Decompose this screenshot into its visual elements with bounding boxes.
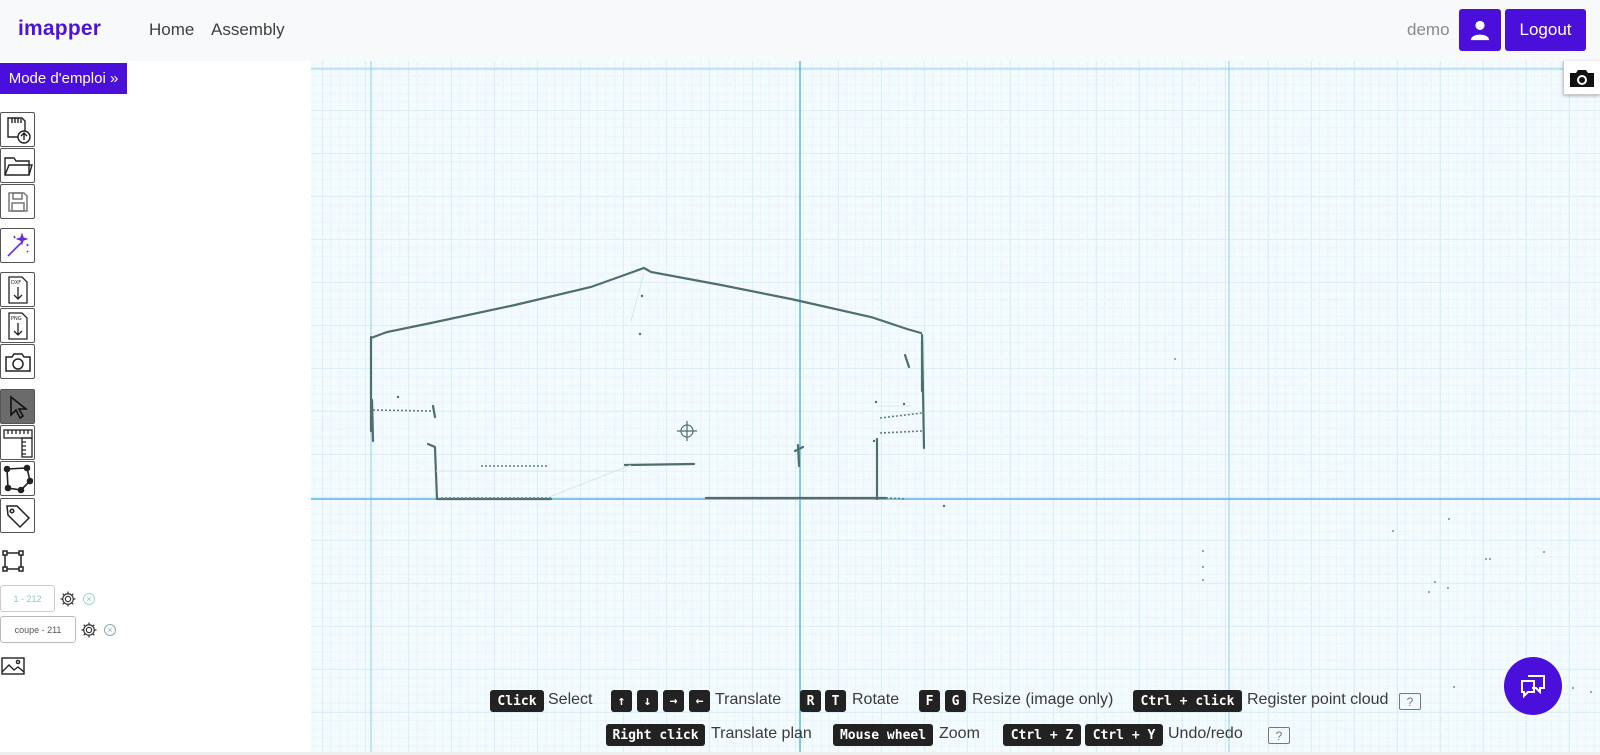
- help-button[interactable]: ?: [1268, 727, 1290, 744]
- kbd-arrow-left: ←: [689, 690, 710, 712]
- user-guide-button[interactable]: Mode d'emploi »: [0, 63, 127, 94]
- tag-tool-button[interactable]: [0, 498, 35, 533]
- kbd-mouse-wheel: Mouse wheel: [833, 724, 933, 746]
- select-tool-button[interactable]: [0, 389, 35, 424]
- measure-tool-button[interactable]: [0, 425, 35, 460]
- tag-icon: [5, 504, 30, 528]
- nav-link-home[interactable]: Home: [149, 20, 194, 40]
- bounding-box-icon: [2, 550, 24, 572]
- camera-icon: [1570, 69, 1594, 87]
- plan-drawing: [311, 61, 1600, 755]
- export-dxf-button[interactable]: DXF: [0, 272, 35, 307]
- open-folder-icon: [3, 156, 33, 176]
- shortcut-undo-label: Undo/redo: [1168, 725, 1243, 742]
- crosshair-icon: [677, 421, 697, 441]
- measure-ruler-icon: [2, 428, 33, 458]
- layer-name-field[interactable]: 1 - 212: [0, 585, 55, 612]
- kbd-t: T: [825, 690, 846, 712]
- svg-text:PNG: PNG: [11, 316, 22, 322]
- chat-icon: [1521, 675, 1545, 699]
- select-cursor-icon: [9, 394, 28, 419]
- gear-icon: [81, 622, 97, 638]
- shortcut-translate-label: Translate: [715, 691, 782, 708]
- save-button[interactable]: [0, 184, 35, 219]
- plan-canvas[interactable]: [311, 61, 1600, 755]
- image-icon: [1, 657, 25, 675]
- kbd-ctrl-z: Ctrl + Z: [1003, 724, 1081, 746]
- export-png-button[interactable]: PNG: [0, 308, 35, 343]
- svg-text:DXF: DXF: [11, 280, 21, 286]
- layer-settings-button[interactable]: [59, 590, 77, 608]
- screenshot-button[interactable]: [0, 344, 35, 379]
- shortcut-register-label: Register point cloud: [1247, 691, 1389, 708]
- user-icon: [1470, 20, 1490, 41]
- layer-remove-button[interactable]: ×: [104, 624, 116, 636]
- help-button[interactable]: ?: [1399, 693, 1421, 710]
- camera-icon: [4, 352, 31, 372]
- polygon-tool-button[interactable]: [0, 461, 35, 496]
- kbd-click: Click: [490, 690, 544, 712]
- close-icon: ×: [86, 593, 92, 604]
- kbd-arrow-up: ↑: [611, 690, 632, 712]
- point-cloud-plan: [369, 266, 926, 501]
- kbd-f: F: [919, 690, 940, 712]
- shortcut-zoom-label: Zoom: [939, 725, 980, 742]
- canvas-screenshot-button[interactable]: [1563, 61, 1600, 95]
- auto-process-button[interactable]: [0, 228, 35, 263]
- layer-name-field[interactable]: coupe - 211: [0, 616, 76, 643]
- close-icon: ×: [107, 624, 113, 635]
- chat-support-button[interactable]: [1504, 657, 1562, 715]
- add-image-button[interactable]: [1, 656, 25, 676]
- shortcut-translate-plan-label: Translate plan: [711, 725, 812, 742]
- import-sd-card-icon: [6, 116, 31, 144]
- user-profile-button[interactable]: [1459, 9, 1501, 51]
- export-dxf-icon: DXF: [7, 275, 28, 304]
- shortcut-resize-label: Resize (image only): [972, 691, 1114, 708]
- gear-icon: [60, 591, 76, 607]
- layer-remove-button[interactable]: ×: [83, 593, 95, 605]
- kbd-right-click: Right click: [606, 724, 705, 746]
- logout-button[interactable]: Logout: [1505, 9, 1586, 51]
- navbar: imapper Home Assembly demo Logout: [0, 0, 1600, 61]
- kbd-ctrl-y: Ctrl + Y: [1085, 724, 1163, 746]
- polygon-icon: [3, 464, 33, 493]
- brand-logo[interactable]: imapper: [18, 17, 101, 41]
- open-button[interactable]: [0, 148, 35, 183]
- kbd-g: G: [945, 690, 966, 712]
- magic-wand-icon: [6, 232, 29, 257]
- username: demo: [1407, 20, 1450, 39]
- kbd-ctrl-click: Ctrl + click: [1133, 690, 1242, 712]
- tool-sidebar: [0, 61, 311, 755]
- layer-settings-button[interactable]: [80, 621, 98, 639]
- kbd-r: R: [800, 690, 821, 712]
- kbd-arrow-right: →: [663, 690, 684, 712]
- frame-tool-button[interactable]: [2, 550, 24, 572]
- shortcut-select-label: Select: [548, 691, 593, 708]
- export-png-icon: PNG: [7, 311, 28, 340]
- nav-link-assembly[interactable]: Assembly: [211, 20, 285, 40]
- save-icon: [7, 191, 28, 212]
- kbd-arrow-down: ↓: [637, 690, 658, 712]
- shortcut-rotate-label: Rotate: [852, 691, 900, 708]
- import-button[interactable]: [0, 112, 35, 147]
